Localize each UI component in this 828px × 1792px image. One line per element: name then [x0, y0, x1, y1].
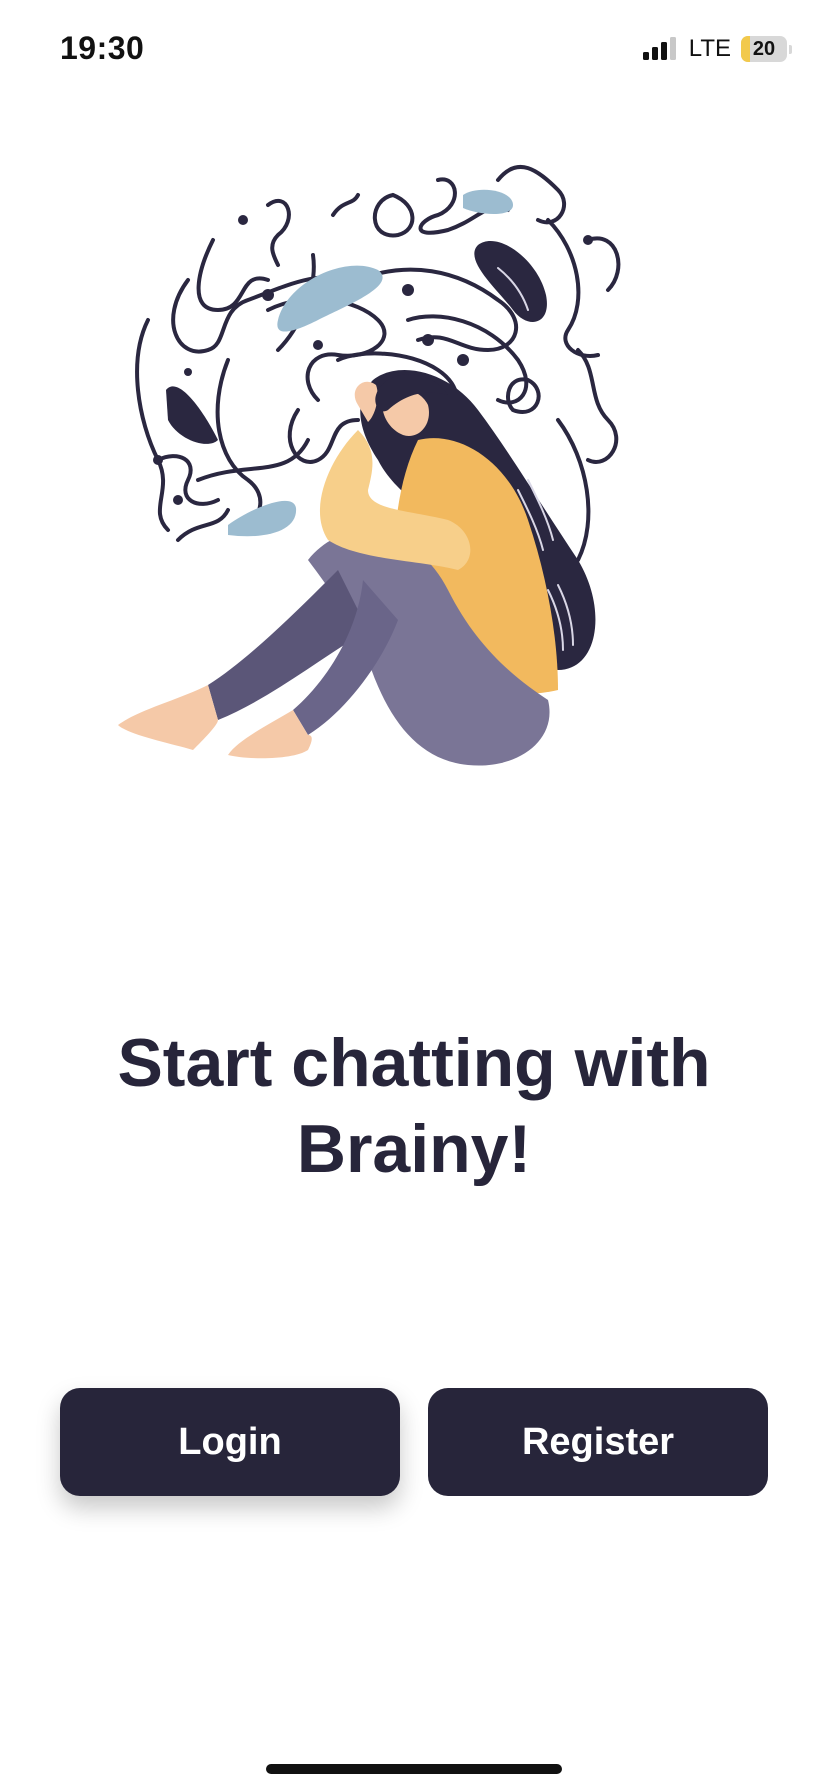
signal-bar	[660, 42, 667, 60]
login-button[interactable]: Login	[60, 1388, 400, 1496]
status-time: 19:30	[60, 30, 145, 66]
headline: Start chatting with Brainy!	[117, 1025, 711, 1187]
stressed-woman-illustration	[118, 164, 621, 766]
register-button[interactable]: Register	[428, 1388, 768, 1496]
battery-level: 20	[752, 38, 776, 60]
status-indicators: LTE 20	[642, 34, 792, 64]
home-indicator[interactable]	[266, 1764, 562, 1774]
signal-bar	[651, 47, 658, 60]
status-bar: 19:30 LTE 20	[0, 0, 828, 100]
battery-icon: 20	[741, 36, 792, 62]
signal-strength-icon	[642, 37, 679, 60]
network-type: LTE	[688, 35, 731, 62]
signal-bar	[642, 52, 649, 60]
signal-bar	[669, 37, 676, 60]
